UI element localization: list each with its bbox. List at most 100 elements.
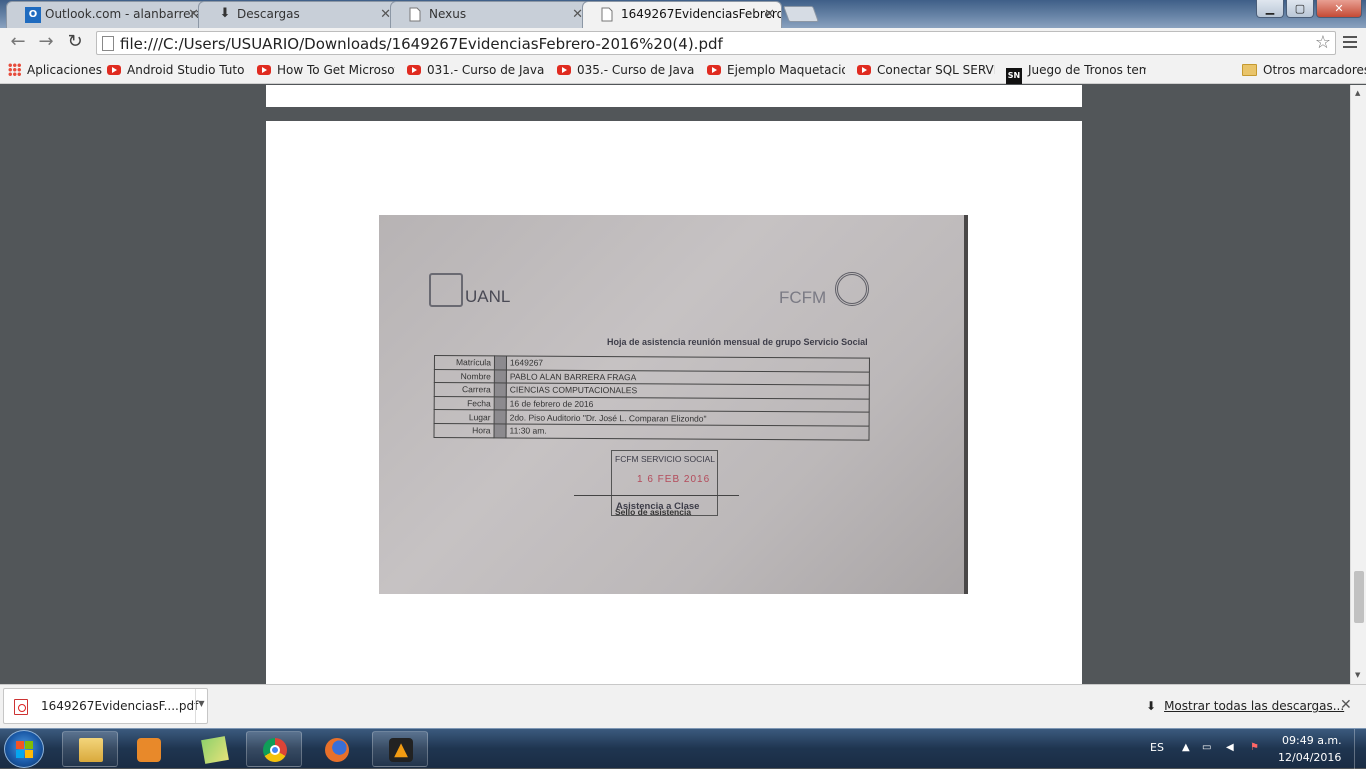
tab-pdf[interactable]: 1649267EvidenciasFebrero ✕	[582, 1, 782, 28]
vertical-scrollbar[interactable]: ▲ ▼	[1350, 85, 1366, 684]
stamp-date: 1 6 FEB 2016	[637, 474, 711, 485]
reload-button[interactable]: ↻	[63, 31, 87, 55]
bookmark-item[interactable]: Android Studio Tutori	[107, 63, 245, 77]
bookmark-label: Conectar SQL SERVER	[877, 63, 995, 77]
scroll-down-icon[interactable]: ▼	[1355, 671, 1360, 679]
pdf-viewer[interactable]: UANL FCFM Hoja de asistencia reunión men…	[0, 85, 1350, 684]
outlook-icon: O	[25, 7, 41, 23]
fcfm-logo: FCFM	[779, 288, 827, 307]
tab-outlook[interactable]: O Outlook.com - alanbarrera ✕	[6, 1, 206, 28]
row-key: Carrera	[434, 382, 495, 397]
youtube-icon	[707, 65, 721, 75]
start-button[interactable]	[4, 730, 44, 768]
firefox-icon	[325, 738, 349, 762]
taskbar-chrome[interactable]	[246, 731, 302, 767]
download-filename: 1649267EvidenciasF....pdf	[41, 699, 199, 713]
row-key: Hora	[433, 423, 495, 438]
window-controls: ▁ ▢ ✕	[1256, 0, 1362, 18]
bookmark-label: How To Get Microsoft	[277, 63, 395, 77]
language-indicator[interactable]: ES	[1150, 741, 1164, 754]
download-item[interactable]: 1649267EvidenciasF....pdf ▼	[3, 688, 208, 724]
chevron-down-icon[interactable]: ▼	[195, 689, 207, 723]
chrome-menu-icon[interactable]	[1340, 33, 1360, 53]
volume-icon[interactable]: ◀	[1226, 742, 1234, 753]
uanl-logo: UANL	[465, 287, 511, 306]
scroll-thumb[interactable]	[1354, 571, 1364, 623]
show-all-downloads-link[interactable]: ⬇ Mostrar todas las descargas...	[1146, 699, 1344, 713]
youtube-icon	[257, 65, 271, 75]
uanl-crest-icon	[429, 273, 463, 307]
download-icon: ⬇	[1146, 699, 1157, 713]
bookmark-item[interactable]: 031.- Curso de Java. C	[407, 63, 545, 77]
bookmarks-bar: Aplicaciones Android Studio Tutori How T…	[0, 58, 1366, 84]
row-divider	[493, 423, 507, 438]
bookmark-item[interactable]: How To Get Microsoft	[257, 63, 395, 77]
row-divider	[494, 396, 507, 411]
minimize-button[interactable]: ▁	[1256, 0, 1284, 18]
bookmark-label: 031.- Curso de Java. C	[427, 63, 545, 77]
folder-icon	[1242, 64, 1257, 76]
bookmark-item[interactable]: 035.- Curso de Java. C	[557, 63, 695, 77]
bookmark-label: Otros marcadores	[1263, 63, 1366, 77]
taskbar-app[interactable]: ▲	[372, 731, 428, 767]
row-divider	[494, 369, 507, 384]
taskbar-photos[interactable]	[186, 731, 242, 767]
windows-taskbar: ▲ ES ▲ ▭ ◀ ⚑ 09:49 a.m. 12/04/2016	[0, 728, 1366, 769]
url-text[interactable]: file:///C:/Users/USUARIO/Downloads/16492…	[120, 35, 723, 53]
row-divider	[494, 355, 507, 370]
bookmark-label: Aplicaciones	[27, 63, 102, 77]
row-key: Lugar	[434, 409, 495, 424]
page-icon	[601, 7, 617, 23]
close-tab-icon[interactable]: ✕	[764, 7, 775, 22]
bookmark-item[interactable]: Conectar SQL SERVER	[857, 63, 995, 77]
bookmark-label: 035.- Curso de Java. C	[577, 63, 695, 77]
bookmark-item[interactable]: Ejemplo Maquetacion	[707, 63, 845, 77]
taskbar-media-player[interactable]	[120, 731, 176, 767]
maximize-button[interactable]: ▢	[1286, 0, 1314, 18]
youtube-icon	[407, 65, 421, 75]
scan-edge	[964, 215, 968, 594]
browser-toolbar: ← → ↻ file:///C:/Users/USUARIO/Downloads…	[0, 28, 1366, 58]
network-icon[interactable]: ▭	[1202, 742, 1211, 753]
row-divider	[494, 410, 507, 424]
downloads-shelf: 1649267EvidenciasF....pdf ▼ ⬇ Mostrar tod…	[0, 684, 1366, 728]
bookmark-star-icon[interactable]: ☆	[1315, 32, 1331, 53]
signature-label: Sello de asistencia	[615, 507, 692, 517]
stamp-title: FCFM SERVICIO SOCIAL	[615, 454, 715, 464]
youtube-icon	[557, 65, 571, 75]
address-bar[interactable]: file:///C:/Users/USUARIO/Downloads/16492…	[96, 31, 1336, 55]
scroll-up-icon[interactable]: ▲	[1355, 89, 1360, 97]
bookmark-item[interactable]: SN Juego de Tronos temp	[1006, 63, 1146, 84]
show-hidden-icons[interactable]: ▲	[1182, 742, 1190, 753]
row-key: Fecha	[434, 396, 495, 411]
table-row: Hora 11:30 am.	[433, 423, 870, 440]
fcfm-seal-icon	[835, 272, 869, 306]
other-bookmarks[interactable]: Otros marcadores	[1242, 63, 1366, 77]
tab-descargas[interactable]: ⬇ Descargas ✕	[198, 1, 398, 28]
close-shelf-button[interactable]: ✕	[1340, 697, 1352, 713]
bookmark-apps[interactable]: Aplicaciones	[8, 63, 102, 77]
taskbar-firefox[interactable]	[308, 731, 364, 767]
show-desktop-button[interactable]	[1354, 729, 1366, 769]
forward-button[interactable]: →	[34, 31, 58, 55]
pdf-file-icon	[14, 699, 28, 715]
tab-label: 1649267EvidenciasFebrero	[621, 7, 782, 21]
close-window-button[interactable]: ✕	[1316, 0, 1362, 18]
row-key: Matrícula	[434, 355, 495, 370]
taskbar-explorer[interactable]	[62, 731, 118, 767]
new-tab-button[interactable]	[783, 6, 819, 22]
clock-date[interactable]: 12/04/2016	[1278, 751, 1341, 764]
tab-nexus[interactable]: Nexus ✕	[390, 1, 590, 28]
page-icon	[102, 36, 114, 51]
back-button[interactable]: ←	[6, 31, 30, 55]
seriesyonkis-icon: SN	[1006, 68, 1022, 84]
pdf-page-previous	[266, 85, 1082, 107]
show-all-label: Mostrar todas las descargas...	[1164, 699, 1345, 713]
action-center-icon[interactable]: ⚑	[1250, 742, 1259, 753]
attendance-table: Matrícula 1649267 Nombre PABLO ALAN BARRER…	[433, 355, 870, 441]
youtube-icon	[857, 65, 871, 75]
row-divider	[494, 383, 507, 397]
clock-time[interactable]: 09:49 a.m.	[1282, 734, 1342, 747]
app-flame-icon: ▲	[389, 738, 413, 762]
pdf-page: UANL FCFM Hoja de asistencia reunión men…	[266, 121, 1082, 684]
